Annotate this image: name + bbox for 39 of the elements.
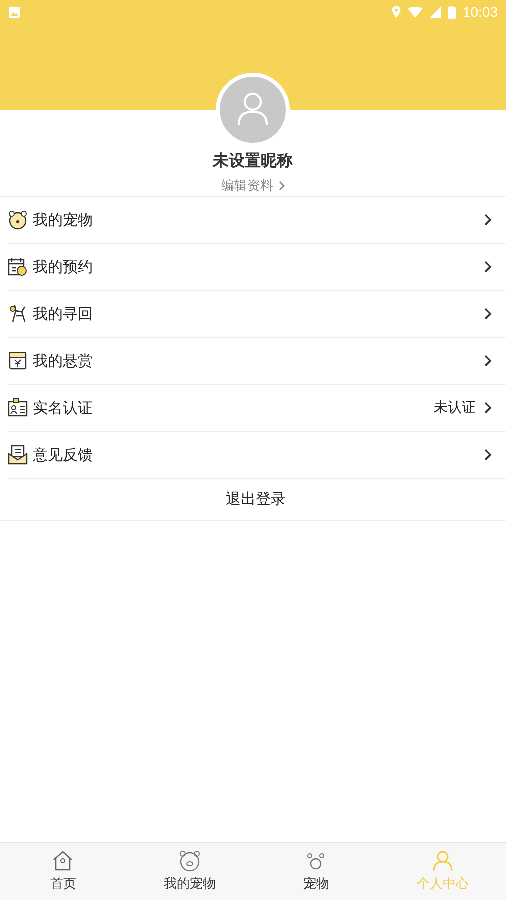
nickname: 未设置昵称 <box>213 151 293 172</box>
image-icon <box>9 6 20 18</box>
id-card-icon <box>8 398 28 418</box>
chevron-icon <box>278 181 284 191</box>
bear-icon <box>178 850 201 872</box>
menu-value: 未认证 <box>434 399 476 417</box>
edit-profile-link[interactable]: 编辑资料 <box>222 176 284 196</box>
tab[interactable]: 首页 <box>0 843 126 900</box>
house-icon <box>52 850 74 872</box>
menu-item[interactable]: 我的悬赏 <box>8 338 506 385</box>
chevron-icon <box>484 355 492 367</box>
status-time: 10:03 <box>462 4 498 20</box>
chevron-icon <box>484 449 492 461</box>
menu-label: 我的悬赏 <box>33 352 94 370</box>
menu-item[interactable]: 我的宠物 <box>8 197 506 244</box>
menu-item[interactable]: 我的寻回 <box>8 291 506 338</box>
menu-label: 我的寻回 <box>33 304 94 324</box>
location-icon <box>392 6 401 18</box>
battery-icon <box>448 6 456 18</box>
bear-icon <box>8 210 28 230</box>
money-box-icon <box>8 351 28 371</box>
chevron-icon <box>484 308 492 320</box>
calendar-icon <box>8 257 28 277</box>
tab[interactable]: 宠物 <box>253 843 380 900</box>
envelope-icon <box>8 445 28 465</box>
menu-label: 我的宠物 <box>33 210 94 230</box>
menu-item[interactable]: 我的预约 <box>8 244 506 291</box>
chevron-icon <box>484 402 492 414</box>
signal-icon <box>430 6 441 18</box>
tab[interactable]: 我的宠物 <box>126 843 253 900</box>
person-icon <box>432 850 454 872</box>
menu-label: 我的预约 <box>33 258 94 276</box>
chevron-icon <box>484 261 492 273</box>
wifi-icon <box>408 6 423 18</box>
menu-label: 意见反馈 <box>33 446 94 464</box>
menu-item[interactable]: 实名认证 未认证 <box>8 385 506 432</box>
menu-label: 实名认证 <box>33 398 94 418</box>
chevron-icon <box>484 214 492 226</box>
dog-icon <box>8 304 28 324</box>
